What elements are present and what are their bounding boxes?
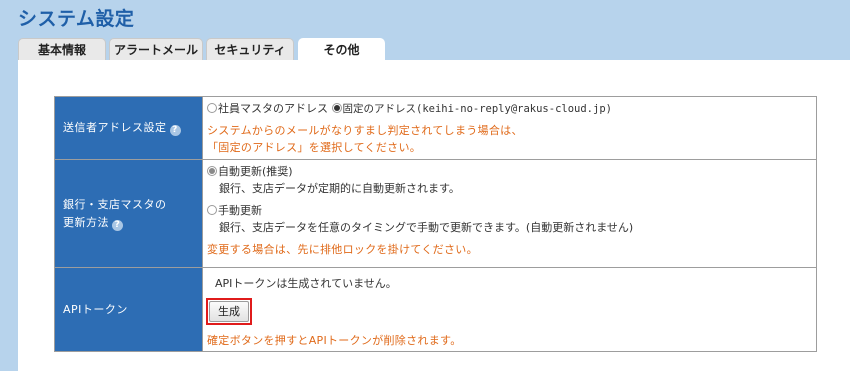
- settings-panel: 送信者アドレス設定? 社員マスタのアドレス 固定のアドレス(keihi-no-r…: [18, 60, 850, 371]
- sender-address-options: 社員マスタのアドレス 固定のアドレス(keihi-no-reply@rakus-…: [202, 96, 817, 160]
- option-employee-master-address-label[interactable]: 社員マスタのアドレス: [218, 102, 328, 115]
- api-token-row: APIトークン APIトークンは生成されていません。 生成 確定ボタンを押すとA…: [54, 267, 817, 352]
- bank-master-label-line1: 銀行・支店マスタの: [63, 197, 167, 211]
- radio-auto-update[interactable]: [207, 166, 217, 176]
- bank-master-label-line2: 更新方法: [63, 215, 109, 229]
- bank-master-label-cell: 銀行・支店マスタの 更新方法?: [54, 159, 203, 268]
- radio-manual-update[interactable]: [207, 205, 217, 215]
- api-token-label: APIトークン: [63, 302, 128, 316]
- api-token-status: APIトークンは生成されていません。: [215, 277, 397, 290]
- auto-update-description: 銀行、支店データが定期的に自動更新されます。: [219, 182, 460, 195]
- option-fixed-address-label[interactable]: 固定のアドレス(keihi-no-reply@rakus-cloud.jp): [343, 103, 612, 115]
- bank-warning: 変更する場合は、先に排他ロックを掛けてください。: [207, 243, 478, 256]
- sender-warning-line2: 「固定のアドレス」を選択してください。: [207, 141, 422, 154]
- bank-master-options: 自動更新(推奨) 銀行、支店データが定期的に自動更新されます。 手動更新 銀行、…: [202, 159, 817, 268]
- api-token-label-cell: APIトークン: [54, 267, 203, 352]
- generate-button-highlight: 生成: [206, 298, 252, 325]
- manual-update-description: 銀行、支店データを任意のタイミングで手動で更新できます。(自動更新されません): [219, 221, 634, 234]
- tab-security[interactable]: セキュリティ: [206, 38, 294, 60]
- api-token-warning: 確定ボタンを押すとAPIトークンが削除されます。: [207, 334, 462, 347]
- bank-master-row: 銀行・支店マスタの 更新方法? 自動更新(推奨) 銀行、支店データが定期的に自動…: [54, 159, 817, 268]
- option-manual-update-label[interactable]: 手動更新: [218, 204, 262, 217]
- sender-warning-line1: システムからのメールがなりすまし判定されてしまう場合は、: [207, 124, 523, 137]
- tab-alert-mail[interactable]: アラートメール: [109, 38, 203, 60]
- api-token-content: APIトークンは生成されていません。 生成 確定ボタンを押すとAPIトークンが削…: [202, 267, 817, 352]
- page-title: システム設定: [18, 8, 135, 30]
- generate-token-button[interactable]: 生成: [209, 301, 249, 322]
- tab-basic-info[interactable]: 基本情報: [18, 38, 106, 60]
- help-icon[interactable]: ?: [169, 125, 181, 136]
- option-auto-update-label[interactable]: 自動更新(推奨): [218, 165, 293, 178]
- sender-address-label: 送信者アドレス設定: [63, 121, 167, 134]
- tab-other[interactable]: その他: [298, 38, 385, 60]
- radio-fixed-address[interactable]: [331, 103, 342, 113]
- radio-employee-master-address[interactable]: [207, 103, 217, 113]
- settings-table: 送信者アドレス設定? 社員マスタのアドレス 固定のアドレス(keihi-no-r…: [54, 96, 817, 352]
- sender-address-label-cell: 送信者アドレス設定?: [54, 96, 203, 160]
- help-icon[interactable]: ?: [112, 219, 123, 231]
- sender-address-row: 送信者アドレス設定? 社員マスタのアドレス 固定のアドレス(keihi-no-r…: [54, 96, 817, 160]
